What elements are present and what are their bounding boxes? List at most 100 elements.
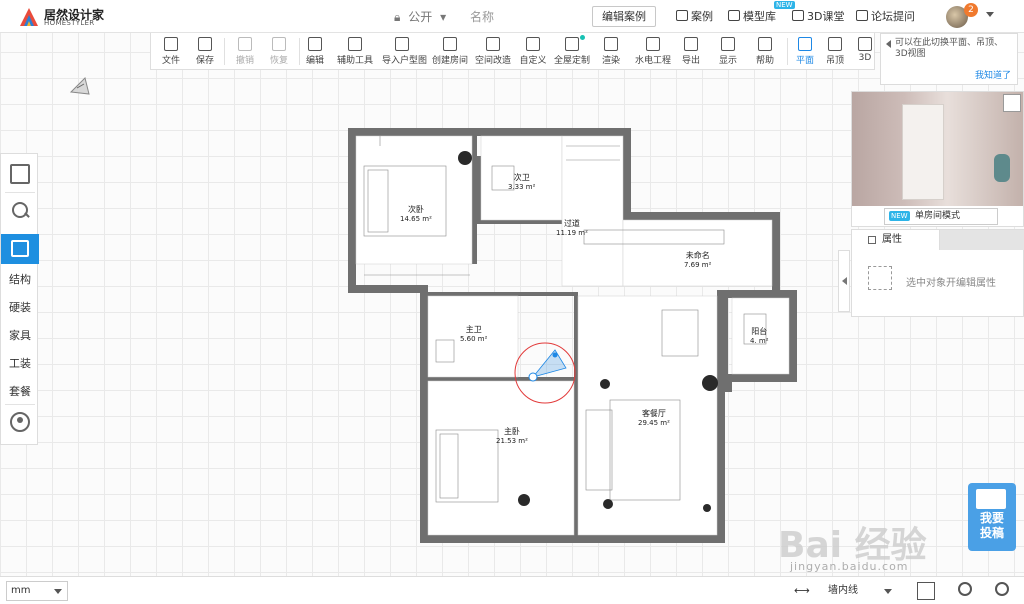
3d-class-link[interactable]: 3D课堂 bbox=[792, 8, 844, 24]
bottom-bar: mm ⟷ 墙内线 bbox=[0, 576, 1024, 604]
room-label[interactable]: 次卫 3.33 m² bbox=[508, 172, 535, 191]
plumbing-electric-button[interactable]: 水电工程 bbox=[633, 33, 673, 70]
catalog-icon bbox=[11, 240, 29, 257]
save-icon bbox=[198, 37, 212, 51]
plan-view-icon bbox=[798, 37, 812, 51]
search-icon[interactable] bbox=[10, 201, 30, 221]
preview-door bbox=[902, 104, 944, 200]
eye-icon bbox=[721, 37, 735, 51]
zoom-out-icon[interactable] bbox=[995, 582, 1009, 596]
tab-empty bbox=[940, 230, 1024, 250]
fit-to-screen-icon[interactable] bbox=[917, 582, 935, 600]
edit-icon bbox=[308, 37, 322, 51]
help-button[interactable]: 帮助 bbox=[745, 33, 785, 70]
render-button[interactable]: 渲染 bbox=[591, 33, 631, 70]
camera-target bbox=[552, 352, 558, 358]
edit-case-button[interactable]: 编辑案例 bbox=[592, 6, 656, 27]
room-label[interactable]: 阳台 4. m² bbox=[750, 326, 769, 345]
compass-icon[interactable] bbox=[69, 76, 91, 96]
visibility-select[interactable]: 🔒︎ 公开 ▾ bbox=[394, 8, 450, 25]
model-library-link[interactable]: 模型库 NEW bbox=[728, 1, 795, 24]
room-label[interactable]: 客餐厅 29.45 m² bbox=[638, 408, 670, 427]
helper-tools-button[interactable]: 辅助工具 bbox=[335, 33, 375, 70]
dimension-arrow-icon: ⟷ bbox=[794, 584, 810, 597]
import-floorplan-icon bbox=[395, 37, 409, 51]
catalog-active-icon[interactable] bbox=[1, 234, 39, 264]
picture-in-picture-icon[interactable] bbox=[1003, 94, 1021, 112]
caret-left-icon bbox=[886, 40, 891, 48]
sidebar-item-structure[interactable]: 结构 bbox=[1, 271, 39, 287]
preview-vase bbox=[994, 154, 1010, 182]
properties-hint: 选中对象开编辑属性 bbox=[906, 278, 996, 289]
homestyler-logo[interactable]: 居然设计家 HOMESTYLER bbox=[18, 5, 128, 29]
tip-dismiss-link[interactable]: 我知道了 bbox=[975, 68, 1011, 81]
sidebar-item-furniture[interactable]: 家具 bbox=[1, 327, 39, 343]
file-icon bbox=[164, 37, 178, 51]
camera-fov bbox=[531, 349, 567, 378]
export-button[interactable]: 导出 bbox=[671, 33, 711, 70]
room-label[interactable]: 主卫 5.60 m² bbox=[460, 324, 487, 343]
chevron-down-icon[interactable] bbox=[986, 12, 994, 17]
undo-icon bbox=[238, 37, 252, 51]
ruler-icon bbox=[348, 37, 362, 51]
design-name[interactable]: 名称 bbox=[470, 8, 494, 25]
main-toolbar: 文件 保存 撤销 恢复 编辑 辅助工具 导入户型图 创建房间 空间改造 自定义 … bbox=[150, 33, 875, 70]
sidebar-item-commercial[interactable]: 工装 bbox=[1, 355, 39, 371]
space-remodel-icon bbox=[486, 37, 500, 51]
display-button[interactable]: 显示 bbox=[708, 33, 748, 70]
space-remodel-button[interactable]: 空间改造 bbox=[473, 33, 513, 70]
cursor-select-icon bbox=[868, 266, 892, 290]
chevron-down-icon bbox=[884, 589, 892, 594]
top-bar: 居然设计家 HOMESTYLER 🔒︎ 公开 ▾ 名称 编辑案例 案例 模型库 … bbox=[0, 0, 1024, 33]
3d-preview-panel[interactable]: NEW 单房间模式 bbox=[851, 91, 1024, 227]
forum-icon bbox=[856, 10, 868, 21]
create-room-button[interactable]: 创建房间 bbox=[430, 33, 470, 70]
camera-handle bbox=[528, 372, 538, 382]
room-label[interactable]: 次卧 14.65 m² bbox=[400, 204, 432, 223]
chevron-down-icon: ▾ bbox=[440, 10, 447, 24]
lock-icon: 🔒︎ bbox=[394, 10, 401, 24]
save-button[interactable]: 保存 bbox=[185, 33, 225, 70]
left-sidebar: 结构 硬装 家具 工装 套餐 bbox=[0, 153, 39, 445]
logo-subtitle: HOMESTYLER bbox=[44, 19, 95, 27]
single-room-mode-button[interactable]: NEW 单房间模式 bbox=[884, 208, 998, 225]
collapse-panel-button[interactable] bbox=[838, 250, 850, 312]
redo-icon bbox=[272, 37, 286, 51]
edit-button[interactable]: 编辑 bbox=[295, 33, 335, 70]
create-room-icon bbox=[443, 37, 457, 51]
sidebar-item-hardfinish[interactable]: 硬装 bbox=[1, 299, 39, 315]
forum-link[interactable]: 论坛提问 bbox=[856, 8, 915, 24]
help-icon bbox=[758, 37, 772, 51]
floor-plan-drawing bbox=[348, 128, 797, 543]
properties-icon bbox=[868, 236, 876, 244]
room-label[interactable]: 未命名 7.69 m² bbox=[684, 250, 711, 269]
sidebar-divider bbox=[5, 404, 35, 405]
whole-house-icon bbox=[565, 37, 579, 51]
plumbing-electric-icon bbox=[646, 37, 660, 51]
unit-select[interactable]: mm bbox=[6, 581, 68, 601]
model-library-icon bbox=[728, 10, 740, 21]
tab-properties[interactable]: 属性 bbox=[852, 230, 940, 250]
user-icon[interactable] bbox=[10, 412, 30, 432]
view-switch-tip: 可以在此切换平面、吊顶、3D视图 我知道了 bbox=[880, 33, 1018, 85]
room-label[interactable]: 主卧 21.53 m² bbox=[496, 426, 528, 445]
3d-view-button[interactable]: 3D bbox=[845, 33, 885, 70]
room-label[interactable]: 过道 11.19 m² bbox=[556, 218, 588, 237]
sidebar-item-package[interactable]: 套餐 bbox=[1, 383, 39, 399]
custom-button[interactable]: 自定义 bbox=[513, 33, 553, 70]
case-icon bbox=[676, 10, 688, 21]
zoom-in-icon[interactable] bbox=[958, 582, 972, 596]
submit-article-button[interactable]: 我要 投稿 bbox=[968, 483, 1016, 551]
import-floorplan-button[interactable]: 导入户型图 bbox=[382, 33, 427, 70]
case-link[interactable]: 案例 bbox=[676, 8, 713, 24]
whole-house-button[interactable]: 全屋定制 bbox=[552, 33, 592, 70]
floor-plan[interactable]: 次卧 14.65 m² 次卫 3.33 m² 过道 11.19 m² 未命名 7.69 … bbox=[340, 100, 810, 550]
sidebar-divider bbox=[5, 192, 35, 193]
wall-line-select[interactable]: ⟷ 墙内线 bbox=[792, 581, 904, 601]
ceiling-icon bbox=[828, 37, 842, 51]
notification-badge: 2 bbox=[964, 3, 978, 17]
properties-panel: 属性 选中对象开编辑属性 bbox=[851, 229, 1024, 317]
redo-button[interactable]: 恢复 bbox=[259, 33, 299, 70]
mailbox-icon bbox=[976, 489, 1006, 509]
floorplan-icon[interactable] bbox=[10, 164, 30, 184]
